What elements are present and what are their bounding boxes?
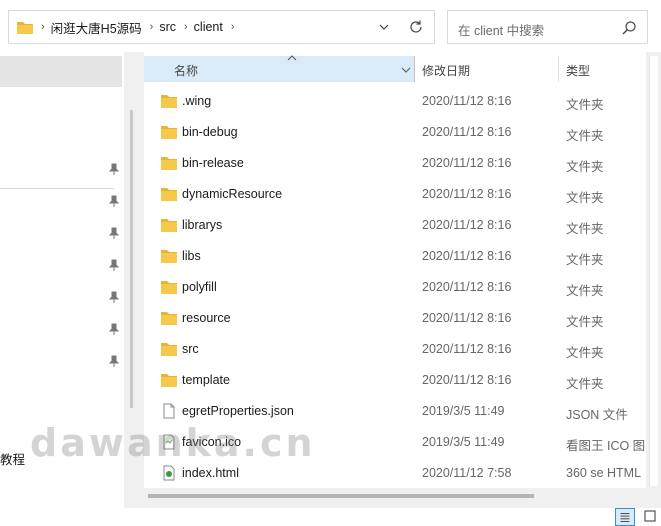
folder-icon [17,22,33,34]
file-row[interactable]: src 2020/11/12 8:16 文件夹 [144,334,661,365]
folder-icon [161,126,177,139]
folder-icon [161,374,177,387]
file-type: 文件夹 [566,191,604,205]
file-row[interactable]: resource 2020/11/12 8:16 文件夹 [144,303,661,334]
pin-icon[interactable] [108,195,120,207]
json-file-icon [163,403,175,419]
file-date: 2020/11/12 8:16 [422,125,512,139]
file-type: JSON 文件 [566,408,628,422]
horizontal-scrollbar[interactable] [144,488,661,508]
file-date: 2020/11/12 8:16 [422,311,512,325]
file-type: 文件夹 [566,129,604,143]
breadcrumb-item[interactable]: client [194,20,223,34]
file-type: 文件夹 [566,284,604,298]
folder-icon [161,343,177,356]
sort-ascending-icon [287,55,297,61]
file-name[interactable]: template [182,373,230,387]
file-name[interactable]: dynamicResource [182,187,282,201]
file-row[interactable]: dynamicResource 2020/11/12 8:16 文件夹 [144,179,661,210]
file-name[interactable]: index.html [182,466,239,480]
file-date: 2020/11/12 8:16 [422,94,512,108]
file-type: 文件夹 [566,346,604,360]
file-row[interactable]: libs 2020/11/12 8:16 文件夹 [144,241,661,272]
status-bar [0,508,661,526]
chevron-right-icon[interactable]: › [150,21,154,33]
file-row[interactable]: librarys 2020/11/12 8:16 文件夹 [144,210,661,241]
nav-scrollbar[interactable] [130,110,133,408]
file-name[interactable]: bin-debug [182,125,238,139]
file-row[interactable]: .wing 2020/11/12 8:16 文件夹 [144,86,661,117]
pin-icon[interactable] [108,355,120,367]
chevron-down-icon[interactable] [401,66,411,74]
folder-icon [161,312,177,325]
folder-icon [161,95,177,108]
large-icons-view-icon[interactable] [640,508,660,526]
file-date: 2020/11/12 8:16 [422,187,512,201]
address-bar[interactable]: › 闲逛大唐H5源码 › src › client › [8,10,435,44]
file-name[interactable]: librarys [182,218,222,232]
file-name[interactable]: src [182,342,199,356]
details-view-icon[interactable] [615,508,635,526]
file-date: 2020/11/12 7:58 [422,466,512,480]
file-row[interactable]: polyfill 2020/11/12 8:16 文件夹 [144,272,661,303]
folder-icon [161,157,177,170]
breadcrumb-item[interactable]: 闲逛大唐H5源码 [51,18,142,37]
file-name[interactable]: bin-release [182,156,244,170]
file-date: 2019/3/5 11:49 [422,435,505,449]
file-type: 文件夹 [566,377,604,391]
folder-icon [161,250,177,263]
search-icon[interactable] [621,20,637,36]
file-name[interactable]: resource [182,311,231,325]
file-type: 360 se HTML [566,466,642,480]
file-type: 文件夹 [566,222,604,236]
file-date: 2020/11/12 8:16 [422,218,512,232]
chevron-right-icon: › [41,21,45,33]
file-date: 2020/11/12 8:16 [422,249,512,263]
column-header-row: 名称 修改日期 类型 [144,55,661,82]
chevron-down-icon[interactable] [378,21,390,33]
search-box[interactable]: 在 client 中搜索 [447,10,648,44]
file-type: 文件夹 [566,160,604,174]
pin-icon[interactable] [108,163,120,175]
html-file-icon [163,465,175,481]
column-header-name[interactable]: 名称 [144,55,415,82]
scrollbar-thumb[interactable] [649,56,658,486]
folder-icon [161,188,177,201]
refresh-icon[interactable] [408,19,424,35]
pin-icon[interactable] [108,291,120,303]
file-date: 2020/11/12 8:16 [422,280,512,294]
file-row[interactable]: bin-release 2020/11/12 8:16 文件夹 [144,148,661,179]
breadcrumb-item[interactable]: src [159,20,176,34]
chevron-right-icon[interactable]: › [231,21,235,33]
pin-icon[interactable] [108,227,120,239]
file-name[interactable]: libs [182,249,201,263]
nav-selected-item[interactable] [0,56,122,87]
file-date: 2020/11/12 8:16 [422,373,512,387]
pin-icon[interactable] [108,323,120,335]
nav-divider [0,188,114,189]
vertical-scrollbar[interactable] [646,52,661,488]
file-row[interactable]: template 2020/11/12 8:16 文件夹 [144,365,661,396]
file-name[interactable]: egretProperties.json [182,404,294,418]
file-type: 文件夹 [566,315,604,329]
folder-icon [161,219,177,232]
chevron-right-icon[interactable]: › [184,21,188,33]
search-placeholder[interactable]: 在 client 中搜索 [458,20,544,39]
file-type: 文件夹 [566,98,604,112]
file-name[interactable]: polyfill [182,280,217,294]
column-header-date[interactable]: 修改日期 [415,56,559,82]
pin-icon[interactable] [108,259,120,271]
file-date: 2020/11/12 8:16 [422,342,512,356]
file-date: 2020/11/12 8:16 [422,156,512,170]
file-row[interactable]: bin-debug 2020/11/12 8:16 文件夹 [144,117,661,148]
scrollbar-thumb[interactable] [148,494,534,498]
watermark: dawanka.cn [30,421,316,465]
file-type: 看图王 ICO 图 [566,439,646,453]
file-date: 2019/3/5 11:49 [422,404,505,418]
file-type: 文件夹 [566,253,604,267]
file-name[interactable]: .wing [182,94,211,108]
nav-item-label[interactable]: 教程 [0,449,25,468]
folder-icon [161,281,177,294]
